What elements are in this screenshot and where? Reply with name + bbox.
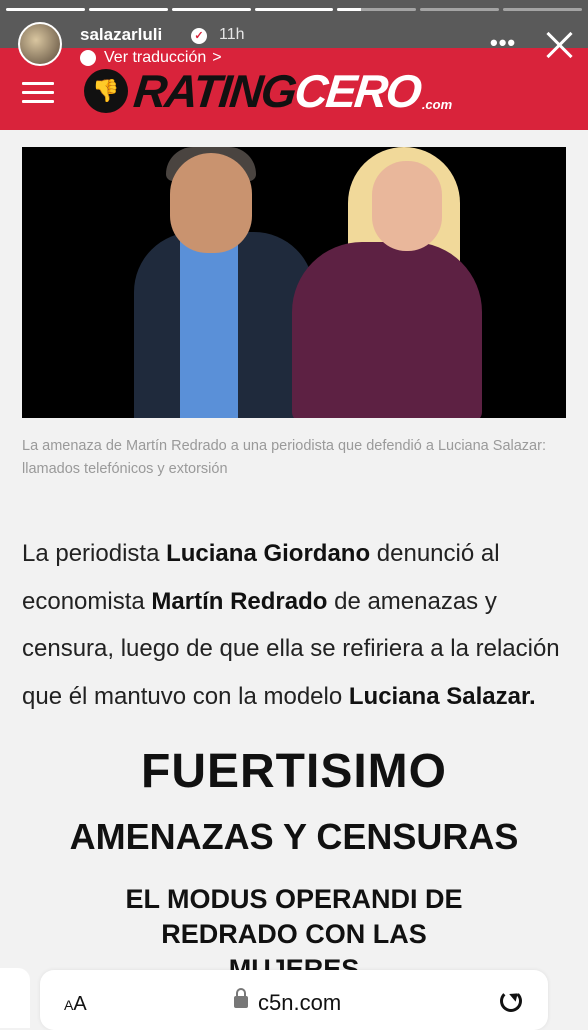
body-text-run: La periodista — [22, 540, 167, 567]
article-body: La periodista Luciana Giordano denunció … — [22, 530, 570, 720]
story-time: 11h — [219, 26, 245, 43]
photo-woman — [292, 242, 482, 418]
verified-icon: ✓ — [191, 28, 207, 44]
overlay-title-1: FUERTISIMO — [141, 745, 447, 798]
progress-segment — [337, 8, 417, 11]
photo-caption: La amenaza de Martín Redrado a una perio… — [22, 438, 546, 477]
photo-man-head — [170, 153, 252, 253]
progress-segment — [6, 8, 85, 11]
body-bold-text: Luciana Giordano — [166, 540, 371, 567]
story-progress — [6, 8, 583, 11]
logo-suffix: .com — [421, 97, 453, 112]
progress-segment — [88, 8, 168, 11]
previous-tab[interactable] — [0, 968, 30, 1028]
lock-icon — [234, 988, 248, 1008]
globe-icon — [80, 50, 96, 66]
reload-icon[interactable] — [500, 990, 522, 1012]
avatar[interactable] — [18, 22, 62, 66]
translate-label: Ver traducción — [104, 49, 207, 66]
more-options-icon[interactable]: ••• — [490, 30, 516, 56]
menu-icon[interactable] — [22, 82, 54, 103]
close-icon[interactable] — [542, 28, 576, 62]
progress-segment — [254, 8, 334, 11]
progress-segment — [503, 8, 583, 11]
site-logo[interactable]: 👎 RATINGCERO .com — [84, 65, 453, 117]
overlay-title-2: AMENAZAS Y CENSURAS — [69, 816, 519, 857]
body-bold-text: Luciana Salazar. — [348, 682, 536, 710]
overlay-title-3-line-1: EL MODUS OPERANDI DE — [125, 884, 463, 914]
photo-man-shirt — [180, 233, 238, 418]
body-bold-text: Martín Redrado — [151, 587, 328, 615]
text-size-button[interactable]: AA — [64, 993, 87, 1016]
photo-woman-head — [372, 161, 442, 251]
translate-link[interactable]: Ver traducción > — [80, 49, 222, 67]
logo-wordmark: RATINGCERO — [131, 65, 423, 117]
story-page: 👎 RATINGCERO .com salazarluli ✓ 11h Ver … — [0, 0, 588, 1030]
chevron-right-icon: > — [212, 49, 222, 66]
url-domain[interactable]: c5n.com — [258, 990, 341, 1016]
username[interactable]: salazarluli — [80, 25, 162, 45]
progress-segment — [171, 8, 251, 11]
thumbs-down-icon: 👎 — [84, 69, 128, 113]
article-photo — [22, 147, 566, 418]
overlay-title-3-line-2: REDRADO CON LAS — [161, 919, 427, 949]
progress-segment — [420, 8, 500, 11]
